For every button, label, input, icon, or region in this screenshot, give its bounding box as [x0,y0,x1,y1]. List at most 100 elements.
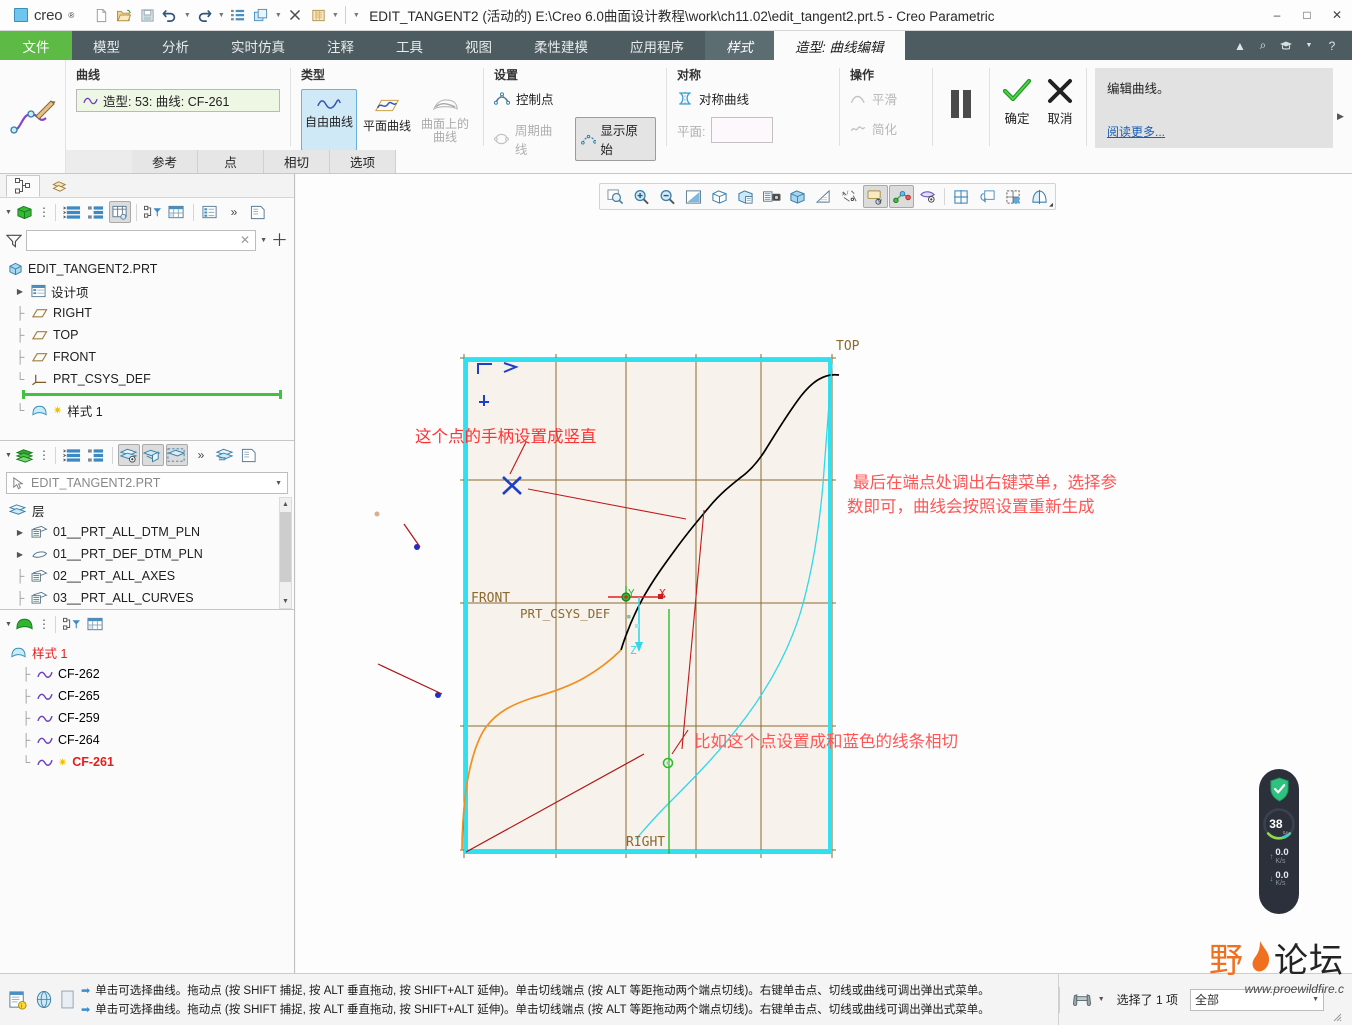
redo-dropdown-caret-icon[interactable]: ▼ [216,12,226,19]
help-read-more-link[interactable]: 阅读更多... [1107,123,1165,140]
layer-tree-settings-icon[interactable] [214,444,236,466]
collapse-ribbon-icon[interactable]: ▲ [1230,36,1250,56]
layer-model-combo[interactable]: EDIT_TANGENT2.PRT ▼ [6,472,288,494]
globe-icon[interactable] [35,990,53,1009]
tab-analysis[interactable]: 分析 [141,31,210,60]
tree-columns-icon[interactable] [108,201,131,223]
appearance-dropdown-caret-icon[interactable]: ▼ [330,12,340,19]
layer-tree-menu-icon[interactable]: ⋮ [38,448,50,462]
tree-node-right[interactable]: ├ RIGHT [8,302,294,324]
tab-curve-edit[interactable]: 造型: 曲线编辑 [774,31,905,60]
layer-combo-caret-icon[interactable]: ▼ [275,480,282,487]
open-file-icon[interactable] [113,4,135,26]
learning-dropdown-caret-icon[interactable]: ▼ [1299,36,1319,56]
style-curve-cf-261[interactable]: └ ✷ CF-261 [0,751,294,773]
new-file-icon[interactable] [90,4,112,26]
layer-select-items-icon[interactable] [165,444,188,466]
shield-check-icon[interactable] [1269,777,1290,802]
tree-node-top[interactable]: ├ TOP [8,324,294,346]
symmetric-curve-toggle[interactable]: 对称曲线 [677,89,829,108]
collapse-tree-icon[interactable] [85,201,107,223]
binoculars-icon[interactable] [1066,991,1092,1009]
confirm-button[interactable]: 确定 [1002,78,1032,127]
show-original-toggle[interactable]: 显示原始 [574,117,656,161]
layer-tree-dropdown-caret-icon[interactable]: ▼ [5,452,12,459]
layers-root-icon[interactable] [14,444,36,466]
pause-button[interactable] [933,60,989,148]
tree-settings-icon[interactable] [166,201,188,223]
tab-flexible-modeling[interactable]: 柔性建模 [513,31,609,60]
expand-caret-icon[interactable]: ▶ [14,528,26,537]
layer-item-01-def-dtm-pln[interactable]: ▶ 01__PRT_DEF_DTM_PLN [8,543,276,565]
window-switch-icon[interactable] [250,4,272,26]
tree-node-design-items[interactable]: ▶ 设计项 [8,280,294,302]
tree-overflow-icon[interactable]: » [223,201,245,223]
expand-tree-icon[interactable] [61,201,83,223]
qat-overflow-caret-icon[interactable]: ▼ [351,12,361,19]
style-tree-root[interactable]: 样式 1 [0,641,294,663]
graphics-viewport[interactable]: ◢ x / TOP FRONT RIGHT PRT_CSYS_DEF Y X Z… [296,174,1352,973]
appearance-icon[interactable] [307,4,329,26]
subtab-tangency[interactable]: 相切 [264,150,330,173]
maximize-button[interactable]: □ [1292,0,1322,31]
subtab-points[interactable]: 点 [198,150,264,173]
tab-file[interactable]: 文件 [0,31,72,60]
tab-style[interactable]: 样式 [705,31,774,60]
tab-applications[interactable]: 应用程序 [609,31,705,60]
insert-here-indicator[interactable] [22,390,282,399]
notes-icon[interactable] [60,990,75,1009]
style-curve-cf-259[interactable]: ├ CF-259 [0,707,294,729]
add-filter-icon[interactable]: ＋ [271,232,288,249]
expand-caret-icon[interactable]: ▶ [14,550,26,559]
model-tree-tab[interactable] [6,175,40,197]
filter-dropdown-caret-icon[interactable]: ▼ [260,237,267,244]
model-tree-dropdown-caret-icon[interactable]: ▼ [5,209,12,216]
minimize-button[interactable]: – [1262,0,1292,31]
tree-node-style-1[interactable]: └ ✷ 样式 1 [8,399,294,421]
style-filter-icon[interactable] [61,613,83,635]
cad-model-canvas[interactable]: TOP FRONT RIGHT PRT_CSYS_DEF Y X Z 这个点的手… [296,174,1352,973]
style-tree-dropdown-caret-icon[interactable]: ▼ [5,621,12,628]
layer-collapse-icon[interactable] [85,444,107,466]
model-tree-filter-input[interactable]: ✕ [26,229,257,251]
tree-root-node[interactable]: EDIT_TANGENT2.PRT [8,258,294,280]
expand-caret-icon[interactable]: ▶ [14,287,26,296]
model-tree-menu-icon[interactable]: ⋮ [38,205,50,219]
style-curve-cf-265[interactable]: ├ CF-265 [0,685,294,707]
scrollbar-thumb[interactable] [280,512,291,582]
learning-icon[interactable] [1276,36,1296,56]
selection-filter-caret-icon[interactable]: ▼ [1098,996,1105,1003]
help-expand-arrow-icon[interactable]: ▶ [1333,111,1344,122]
regenerate-icon[interactable] [227,4,249,26]
tab-realtime-simulation[interactable]: 实时仿真 [210,31,306,60]
cancel-button[interactable]: 取消 [1046,78,1074,127]
redo-icon[interactable] [193,4,215,26]
tree-properties-icon[interactable] [247,201,269,223]
tab-annotate[interactable]: 注释 [306,31,375,60]
scroll-up-icon[interactable]: ▲ [280,498,291,511]
layer-isolate-icon[interactable] [141,444,164,466]
tab-tools[interactable]: 工具 [375,31,444,60]
tree-node-csys[interactable]: └ PRT_CSYS_DEF [8,368,294,390]
scroll-down-icon[interactable]: ▼ [280,595,291,608]
style-root-icon[interactable] [14,613,36,635]
window-dropdown-caret-icon[interactable]: ▼ [273,12,283,19]
tree-display-options-icon[interactable] [199,201,221,223]
resize-grip-icon[interactable] [1330,1010,1342,1022]
plane-input[interactable] [711,117,774,143]
help-icon[interactable]: ? [1322,36,1342,56]
style-tree-menu-icon[interactable]: ⋮ [38,617,50,631]
layer-expand-icon[interactable] [61,444,83,466]
subtab-references[interactable]: 参考 [132,150,198,173]
close-window-icon[interactable] [284,4,306,26]
layer-item-01-all-dtm-pln[interactable]: ▶ 01__PRT_ALL_DTM_PLN [8,521,276,543]
style-curve-cf-262[interactable]: ├ CF-262 [0,663,294,685]
selection-filter-combo[interactable]: 全部 ▼ [1190,988,1324,1011]
layer-tree-tab[interactable] [42,175,76,197]
undo-dropdown-caret-icon[interactable]: ▼ [182,12,192,19]
style-curve-cf-264[interactable]: ├ CF-264 [0,729,294,751]
layer-properties-icon[interactable] [238,444,260,466]
model-info-icon[interactable]: i [8,990,28,1010]
search-icon[interactable]: ⌕ [1253,36,1273,56]
close-button[interactable]: ✕ [1322,0,1352,31]
